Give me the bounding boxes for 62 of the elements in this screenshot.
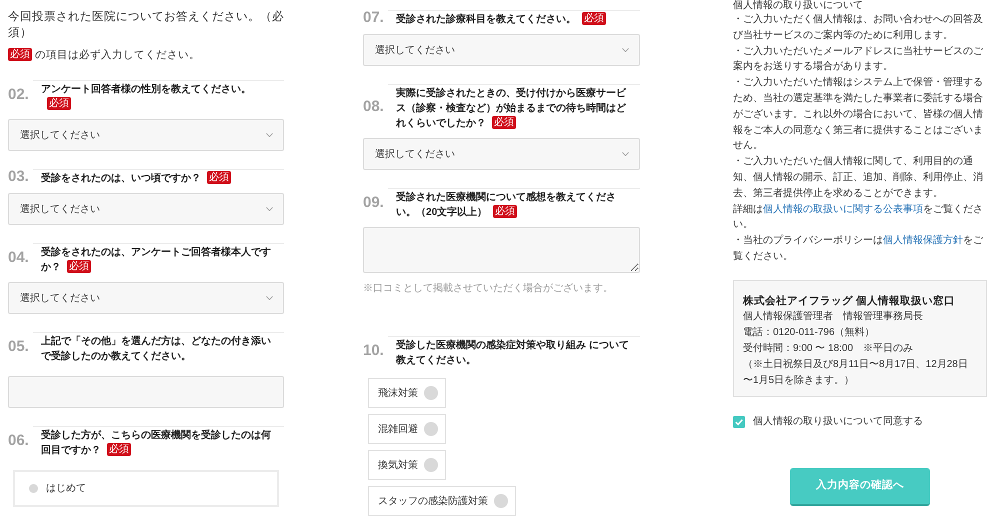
checkbox-icon[interactable] <box>733 416 745 428</box>
text-field[interactable] <box>8 376 284 408</box>
question-number: 05. <box>8 339 30 354</box>
required-badge: 必須 <box>8 48 32 61</box>
required-badge: 必須 <box>493 205 518 218</box>
question-text: 受診された診療科目を教えてください。 必須 <box>396 12 607 27</box>
question-number: 09. <box>363 195 385 210</box>
section-heading: 個人情報の取り扱いについて <box>733 0 864 12</box>
textarea-field[interactable] <box>363 227 640 273</box>
privacy-text: ・当社のプライバシーポリシーは個人情報保護方針をご覧ください。 <box>733 234 984 264</box>
checkbox-option[interactable]: 混雑回避 <box>368 414 446 444</box>
question-text: 受診をされたのは、いつ頃ですか？ 必須 <box>41 171 232 186</box>
checkbox-option[interactable]: 換気対策 <box>368 450 446 480</box>
contact-text: 個人情報保護管理者 情報管理事務局長 <box>743 310 924 324</box>
chevron-down-icon <box>622 152 629 156</box>
question-text: 受診をされたのは、アンケートご回答者様本人ですか？ 必須 <box>41 246 272 275</box>
privacy-link[interactable]: 個人情報保護方針 <box>883 235 963 246</box>
select-field[interactable]: 選択してください <box>8 282 284 314</box>
contact-text: 受付時間：9:00 〜 18:00 ※平日のみ <box>743 342 914 356</box>
chevron-down-icon <box>266 296 273 300</box>
question-number: 03. <box>8 168 30 184</box>
privacy-link[interactable]: 個人情報の取扱いに関する公表事項 <box>763 204 923 215</box>
privacy-text: 詳細は個人情報の取扱いに関する公表事項をご覧ください。 <box>733 202 984 232</box>
question-number: 02. <box>8 87 30 102</box>
question-text: 受診した方が、こちらの医療機関を受診したのは何回目ですか？ 必須 <box>41 428 272 458</box>
required-badge: 必須 <box>107 443 131 456</box>
question-text: 実際に受診されたときの、受け付けから医療サービス（診察・検査など）が始まるまでの待ち時間はどれくらいでしたか？ 必須 <box>396 86 628 131</box>
select-field[interactable]: 選択してください <box>8 193 284 225</box>
question-number: 07. <box>363 10 385 24</box>
consent-label[interactable]: 個人情報の取り扱いについて同意する <box>753 414 923 430</box>
checkbox-option[interactable]: スタッフの感染防護対策 <box>368 486 516 516</box>
radio-option[interactable]: はじめて <box>13 470 279 507</box>
question-text: 受診した医療機関の感染症対策や取り組み について教えてください。 <box>396 338 630 368</box>
required-badge: 必須 <box>582 12 606 25</box>
chevron-down-icon <box>266 207 273 211</box>
question-number: 06. <box>8 433 30 448</box>
chevron-down-icon <box>622 48 629 52</box>
privacy-text: ・ご入力いただいたメールアドレスに当社サービスのご案内をお送りする場合があります。 <box>733 44 984 74</box>
required-badge: 必須 <box>492 116 516 129</box>
privacy-text: ・ご入力いただいた情報はシステム上で保管・管理するため、当社の選定基準を満たした事業者に委託する場合がございます。これ以外の場合において、皆様の個人情報をご本人の同意なく第三者に提供することはございません。 <box>733 76 984 154</box>
question-text: 上記で「その他」を選んだ方は、どなたの付き添いで受診したのか教えてください。 <box>41 334 272 364</box>
required-badge: 必須 <box>67 260 91 273</box>
select-field[interactable]: 選択してください <box>363 34 640 66</box>
contact-text: 電話：0120-011-796（無料） <box>743 326 876 340</box>
required-badge: 必須 <box>47 97 71 110</box>
select-field[interactable]: 選択してください <box>363 138 640 170</box>
question-number: 08. <box>363 98 385 114</box>
required-badge: 必須 <box>207 171 231 184</box>
chevron-down-icon <box>266 133 273 137</box>
contact-text: （※土日祝祭日及び8月11日〜8月17日、12月28日〜1月5日を除きます。） <box>743 358 969 388</box>
intro-text: 今回投票された医院についてお答えください。（必須） <box>8 9 284 41</box>
question-number: 10. <box>363 343 385 358</box>
required-note-text: の項目は必ず入力してください。 <box>35 49 200 61</box>
privacy-text: ・ご入力いただいた個人情報に関して、利用目的の通知、個人情報の開示、訂正、追加、削除、利用停止、消去、第三者提供停止を求めることができます。 <box>733 154 984 201</box>
question-text: 受診された医療機関について感想を教えてください。（20文字以上） 必須 <box>396 190 617 220</box>
question-number: 04. <box>8 250 30 265</box>
select-field[interactable]: 選択してください <box>8 119 284 151</box>
question-text: アンケート回答者様の性別を教えてください。 必須 <box>41 82 252 112</box>
privacy-text: ・ご入力いただく個人情報は、お問い合わせへの回答及び当社サービスのご案内等のために利用します。 <box>733 12 984 43</box>
checkbox-option[interactable]: 飛沫対策 <box>368 378 446 408</box>
note-text: ※口コミとして掲載させていただく場合がございます。 <box>363 282 614 296</box>
contact-title: 株式会社アイフラッグ 個人情報取扱い窓口 <box>743 294 956 309</box>
